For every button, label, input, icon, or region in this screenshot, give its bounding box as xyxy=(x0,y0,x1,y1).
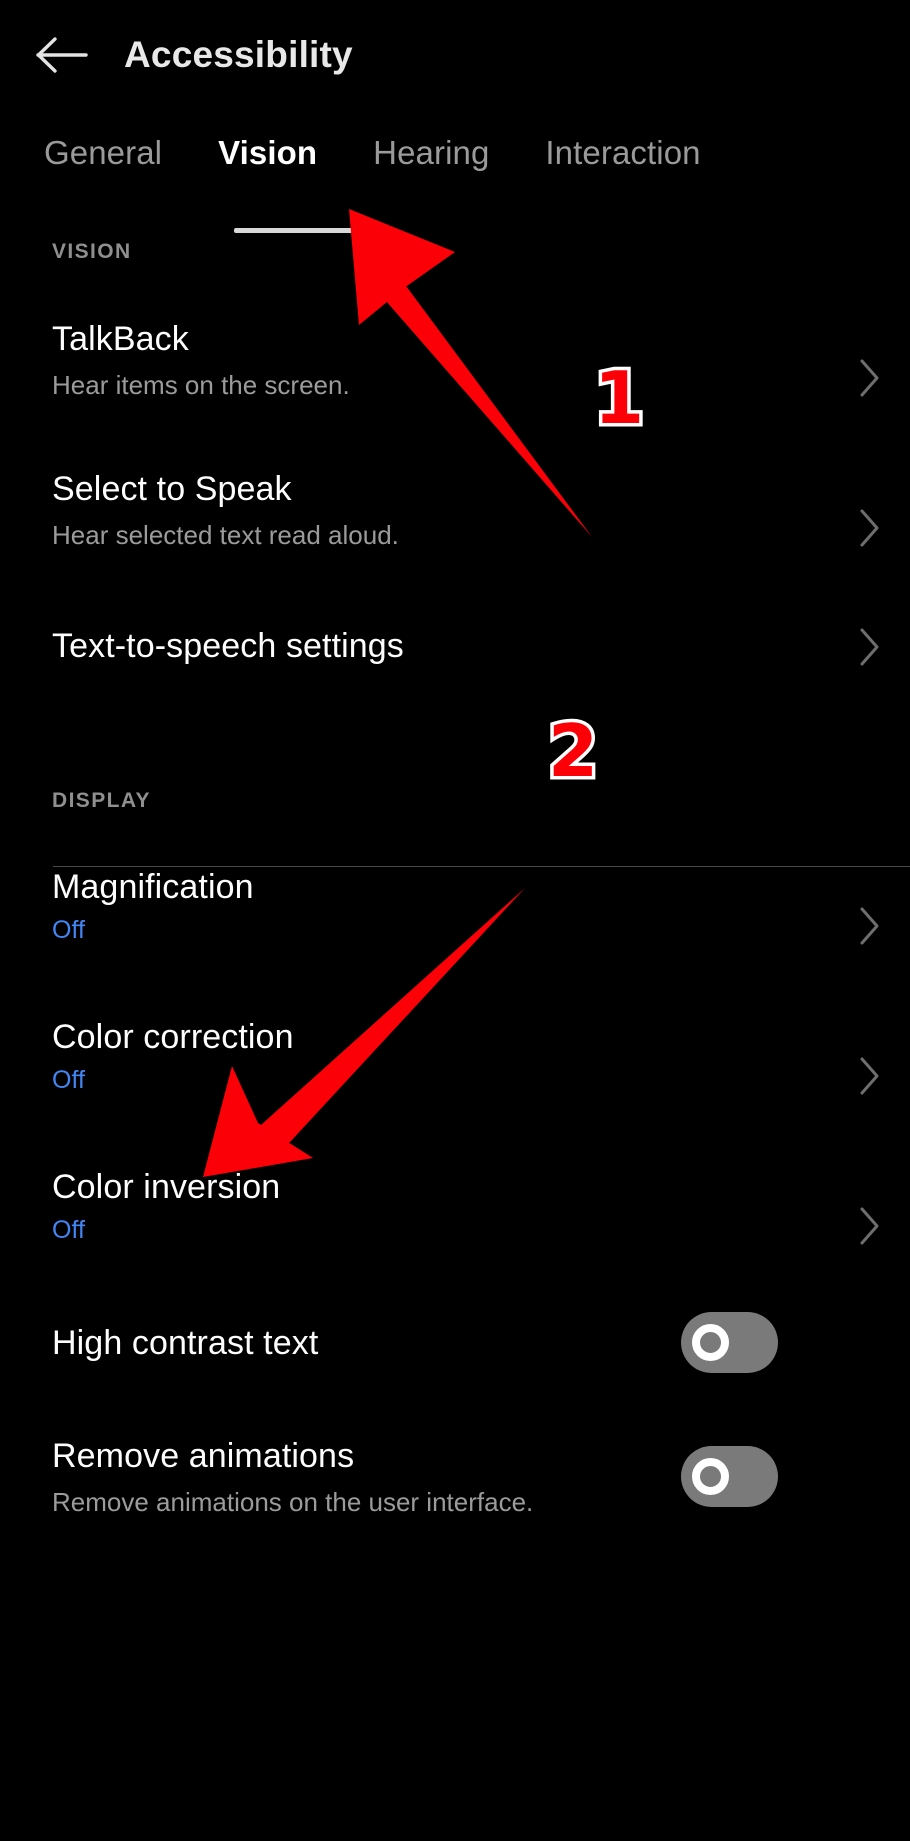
tab-interaction[interactable]: Interaction xyxy=(545,112,700,172)
app-bar: Accessibility xyxy=(0,0,910,110)
list-item-title: Color correction xyxy=(52,1018,294,1056)
chevron-right-icon xyxy=(858,358,882,398)
list-item-value: Off xyxy=(52,1066,85,1094)
tab-general[interactable]: General xyxy=(44,112,162,172)
tab-bar: General Vision Hearing Interaction xyxy=(0,112,910,234)
back-button[interactable] xyxy=(14,7,110,103)
list-item-magnification[interactable]: Magnification Off xyxy=(0,866,910,976)
list-item-title: Color inversion xyxy=(52,1168,281,1206)
annotation-label-2: 2 xyxy=(544,709,601,793)
list-item-value: Off xyxy=(52,916,85,944)
list-item-talkback[interactable]: TalkBack Hear items on the screen. xyxy=(0,318,910,428)
chevron-right-icon xyxy=(858,1056,882,1096)
toggle-knob xyxy=(692,1324,729,1361)
section-header-vision: VISION xyxy=(52,240,132,263)
list-item-text-to-speech-settings[interactable]: Text-to-speech settings xyxy=(0,625,910,691)
list-item-title: TalkBack xyxy=(52,320,189,358)
tab-vision[interactable]: Vision xyxy=(218,112,317,172)
list-item-subtitle: Hear items on the screen. xyxy=(52,370,350,400)
list-item-title: Select to Speak xyxy=(52,470,292,508)
toggle-remove-animations[interactable] xyxy=(681,1446,778,1507)
tab-hearing[interactable]: Hearing xyxy=(373,112,489,172)
toggle-knob xyxy=(692,1458,729,1495)
list-item-color-inversion[interactable]: Color inversion Off xyxy=(0,1166,910,1276)
chevron-right-icon xyxy=(858,508,882,548)
page-title: Accessibility xyxy=(124,34,353,75)
chevron-right-icon xyxy=(858,1206,882,1246)
chevron-right-icon xyxy=(858,906,882,946)
list-item-subtitle: Hear selected text read aloud. xyxy=(52,520,399,550)
list-item-select-to-speak[interactable]: Select to Speak Hear selected text read … xyxy=(0,468,910,578)
arrow-left-icon xyxy=(36,35,88,75)
chevron-right-icon xyxy=(858,627,882,667)
list-item-title: Magnification xyxy=(52,868,254,906)
list-item-color-correction[interactable]: Color correction Off xyxy=(0,1016,910,1126)
list-item-title: Text-to-speech settings xyxy=(52,627,404,665)
tab-active-indicator xyxy=(234,228,390,233)
toggle-high-contrast-text[interactable] xyxy=(681,1312,778,1373)
list-item-value: Off xyxy=(52,1216,85,1244)
section-header-display: DISPLAY xyxy=(52,789,151,812)
